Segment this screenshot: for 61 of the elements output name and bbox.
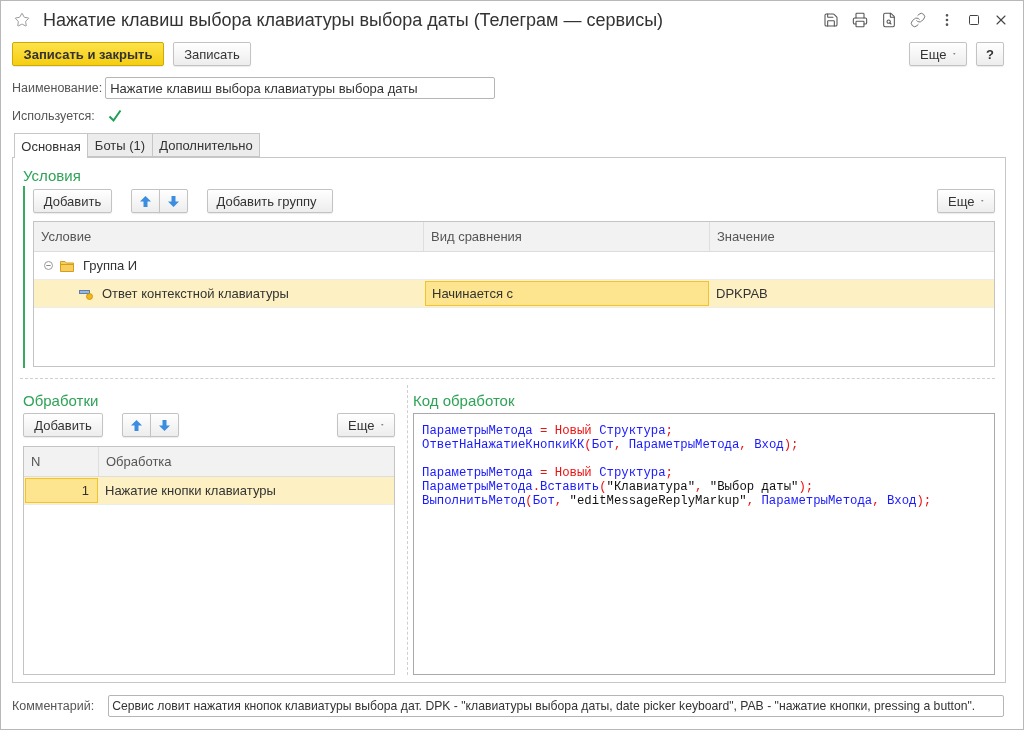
more-button[interactable]: Еще xyxy=(937,189,995,213)
tab[interactable]: Основная xyxy=(14,133,88,158)
table-cell-text: Нажатие кнопки клавиатуры xyxy=(104,482,277,500)
field-label: Используется: xyxy=(12,109,95,123)
column-header: Условие xyxy=(34,222,424,251)
section-heading: Условия xyxy=(23,166,81,186)
add-button[interactable]: Добавить xyxy=(33,189,112,213)
down-arrow-icon xyxy=(168,195,179,207)
star-icon[interactable] xyxy=(14,12,30,28)
up-arrow-icon xyxy=(131,419,142,431)
checkbox[interactable] xyxy=(107,109,122,123)
printer-icon[interactable] xyxy=(852,12,868,28)
move-up-button[interactable] xyxy=(131,189,160,213)
more-button[interactable]: Еще xyxy=(909,42,967,66)
column-header: N xyxy=(24,447,99,476)
field-label: Наименование: xyxy=(12,81,103,95)
more-button[interactable]: Еще xyxy=(337,413,395,437)
caret-icon xyxy=(953,52,956,56)
move-down-button[interactable] xyxy=(159,189,188,213)
name-input[interactable]: Нажатие клавиш выбора клавиатуры выбора даты xyxy=(105,77,496,99)
collapse-icon[interactable] xyxy=(44,261,53,270)
column-header: Вид сравнения xyxy=(424,222,710,251)
code-line: ОтветНаНажатиеКнопкиКК(Бот, ПараметрыМетода, Вход); xyxy=(422,438,799,452)
code-line: ПараметрыМетода.Вставить("Клавиатура", "Выбор даты"); xyxy=(422,480,814,494)
tree-item-label: Ответ контекстной клавиатуры xyxy=(102,285,289,303)
code-line: ПараметрыМетода = Новый Структура; xyxy=(422,466,673,480)
link-icon[interactable] xyxy=(910,12,926,28)
add-group-button[interactable]: Добавить группу xyxy=(207,189,333,213)
section-heading: Код обработок xyxy=(413,391,515,411)
move-down-button[interactable] xyxy=(150,413,179,437)
section-heading: Обработки xyxy=(23,391,99,411)
folder-icon xyxy=(60,259,74,272)
code-line: ПараметрыМетода = Новый Структура; xyxy=(422,424,673,438)
table-cell-text: DPKPAB xyxy=(715,285,769,303)
up-arrow-icon xyxy=(140,195,151,207)
tree-item-label: Группа И xyxy=(83,257,138,275)
caret-icon xyxy=(981,199,984,203)
table-row[interactable]: Ответ контекстной клавиатуры Начинается с DPKPAB xyxy=(34,280,994,308)
caret-icon xyxy=(381,423,384,427)
add-button[interactable]: Добавить xyxy=(23,413,103,437)
save-button[interactable]: Записать xyxy=(173,42,251,66)
table-cell: 1 xyxy=(25,478,98,503)
condition-icon xyxy=(79,287,93,300)
code-editor[interactable] xyxy=(413,413,995,675)
table-row[interactable]: 1 Нажатие кнопки клавиатуры xyxy=(24,477,394,505)
help-button[interactable]: ? xyxy=(976,42,1004,66)
code-line: ВыполнитьМетод(Бот, "editMessageReplyMarkup", ПараметрыМетода, Вход); xyxy=(422,494,932,508)
tab[interactable]: Дополнительно xyxy=(152,133,260,157)
tab[interactable]: Боты (1) xyxy=(87,133,153,157)
window-title: Нажатие клавиш выбора клавиатуры выбора даты (Телеграм — сервисы) xyxy=(43,9,665,31)
field-label: Комментарий: xyxy=(12,699,95,713)
move-up-button[interactable] xyxy=(122,413,151,437)
save-icon[interactable] xyxy=(823,12,839,28)
down-arrow-icon xyxy=(159,419,170,431)
table-cell: Начинается с xyxy=(425,281,709,306)
document-search-icon[interactable] xyxy=(881,12,897,28)
maximize-icon[interactable] xyxy=(968,14,980,26)
comment-input[interactable]: Сервис ловит нажатия кнопок клавиатуры выбора дат. DPK - "клавиатуры выбора даты, date picker keyboard", PAB - "нажатие кнопки, pressing a button". xyxy=(108,695,1004,717)
column-header: Значение xyxy=(716,228,776,246)
save-and-close-button[interactable]: Записать и закрыть xyxy=(12,42,164,66)
column-header: Обработка xyxy=(105,453,173,471)
